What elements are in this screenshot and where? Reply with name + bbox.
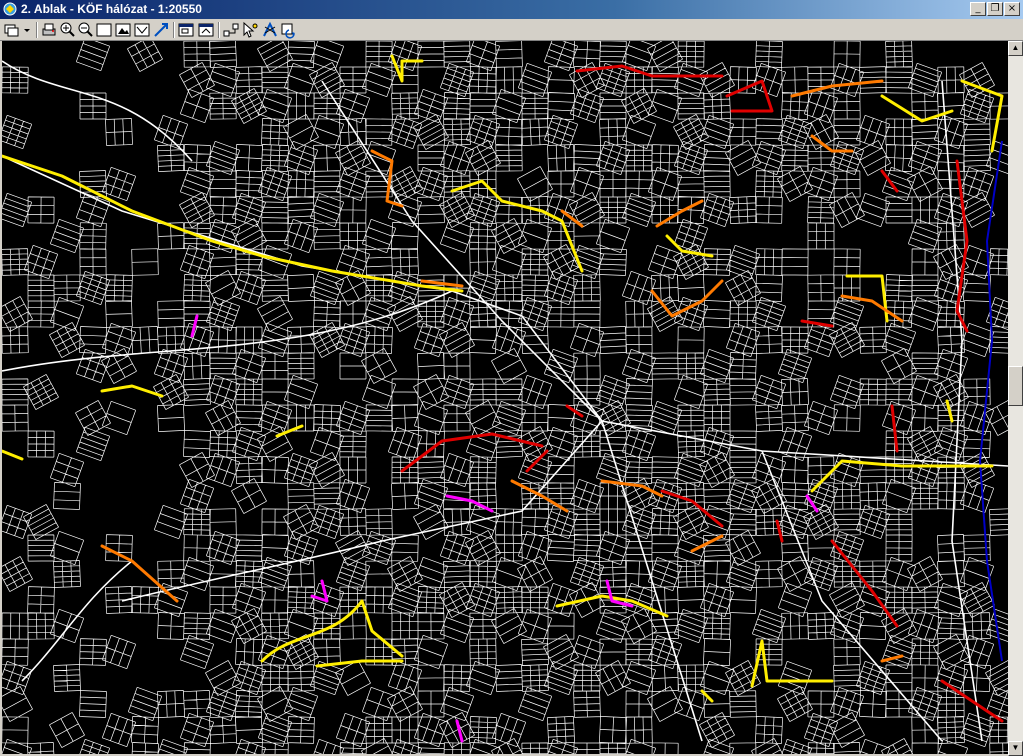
network-segment-yellow[interactable] <box>665 234 714 258</box>
network-segment-orange[interactable] <box>790 79 884 98</box>
window-a-button[interactable] <box>177 21 195 39</box>
network-segment-red[interactable] <box>880 169 899 193</box>
window-title: 2. Ablak - KÖF hálózat - 1:20550 <box>21 2 202 16</box>
printer-icon <box>42 23 56 36</box>
region-icon <box>134 23 150 37</box>
toolbar-separator <box>36 22 38 38</box>
view-image-button[interactable] <box>114 21 132 39</box>
minimize-button[interactable]: _ <box>970 2 986 16</box>
toolbar-separator <box>173 22 175 38</box>
main-road <box>21 560 133 682</box>
window-icon <box>198 23 214 37</box>
trace-icon <box>263 21 277 37</box>
network-segment-yellow[interactable] <box>810 459 994 493</box>
view-full-button[interactable] <box>95 21 113 39</box>
street-layer <box>2 41 1008 754</box>
network-icon <box>223 23 239 37</box>
toolbar-separator <box>218 22 220 38</box>
vertical-scrollbar[interactable]: ▲ ▼ <box>1008 41 1023 756</box>
network-segment-yellow[interactable] <box>750 639 834 688</box>
network-segment-orange[interactable] <box>100 544 179 603</box>
layer-dropdown-button[interactable] <box>3 21 33 39</box>
window-icon <box>178 23 194 37</box>
scroll-down-button[interactable]: ▼ <box>1008 741 1023 756</box>
river-line <box>978 140 1003 662</box>
layers-icon <box>4 24 30 37</box>
refresh-icon <box>281 23 295 39</box>
print-button[interactable] <box>40 21 58 39</box>
network-segment-red[interactable] <box>400 432 544 473</box>
network-segment-yellow[interactable] <box>260 599 404 663</box>
restore-button[interactable]: ❐ <box>987 2 1003 16</box>
network-segment-yellow[interactable] <box>260 254 464 293</box>
close-button[interactable]: × <box>1004 2 1020 16</box>
network-segment-yellow[interactable] <box>2 449 24 461</box>
network-segment-yellow[interactable] <box>450 179 584 273</box>
toolbar <box>0 19 1023 41</box>
select-tool-button[interactable] <box>240 21 260 39</box>
network-segment-orange[interactable] <box>600 479 664 498</box>
image-icon <box>115 23 131 37</box>
trace-button[interactable] <box>261 21 279 39</box>
scroll-up-button[interactable]: ▲ <box>1008 41 1023 56</box>
zoom-out-button[interactable] <box>76 21 94 39</box>
app-icon <box>3 2 17 16</box>
network-segment-yellow[interactable] <box>100 384 164 398</box>
refresh-button[interactable] <box>280 21 298 39</box>
window-b-button[interactable] <box>197 21 215 39</box>
zoom-in-button[interactable] <box>58 21 76 39</box>
cursor-icon <box>243 21 258 38</box>
zoom-out-icon <box>78 22 93 37</box>
network-button[interactable] <box>222 21 240 39</box>
network-segment-magenta[interactable] <box>455 719 464 743</box>
street-grid <box>2 41 1008 754</box>
zoom-in-icon <box>60 22 75 37</box>
network-segment-yellow[interactable] <box>880 94 954 123</box>
network-segment-orange[interactable] <box>560 209 584 228</box>
main-road <box>2 60 193 162</box>
network-layer <box>2 54 1004 743</box>
title-bar[interactable]: 2. Ablak - KÖF hálózat - 1:20550 _ ❐ × <box>0 0 1023 19</box>
arrow-icon <box>154 23 168 37</box>
main-road <box>761 450 943 742</box>
street-network-map[interactable] <box>2 41 1008 754</box>
measure-button[interactable] <box>152 21 170 39</box>
network-segment-red[interactable] <box>800 319 834 328</box>
map-canvas[interactable] <box>2 41 1008 754</box>
view-region-button[interactable] <box>133 21 151 39</box>
scroll-thumb[interactable] <box>1008 365 1023 406</box>
frame-icon <box>96 23 112 37</box>
app-window: 2. Ablak - KÖF hálózat - 1:20550 _ ❐ × ▲… <box>0 0 1023 756</box>
network-segment-orange[interactable] <box>690 534 724 553</box>
